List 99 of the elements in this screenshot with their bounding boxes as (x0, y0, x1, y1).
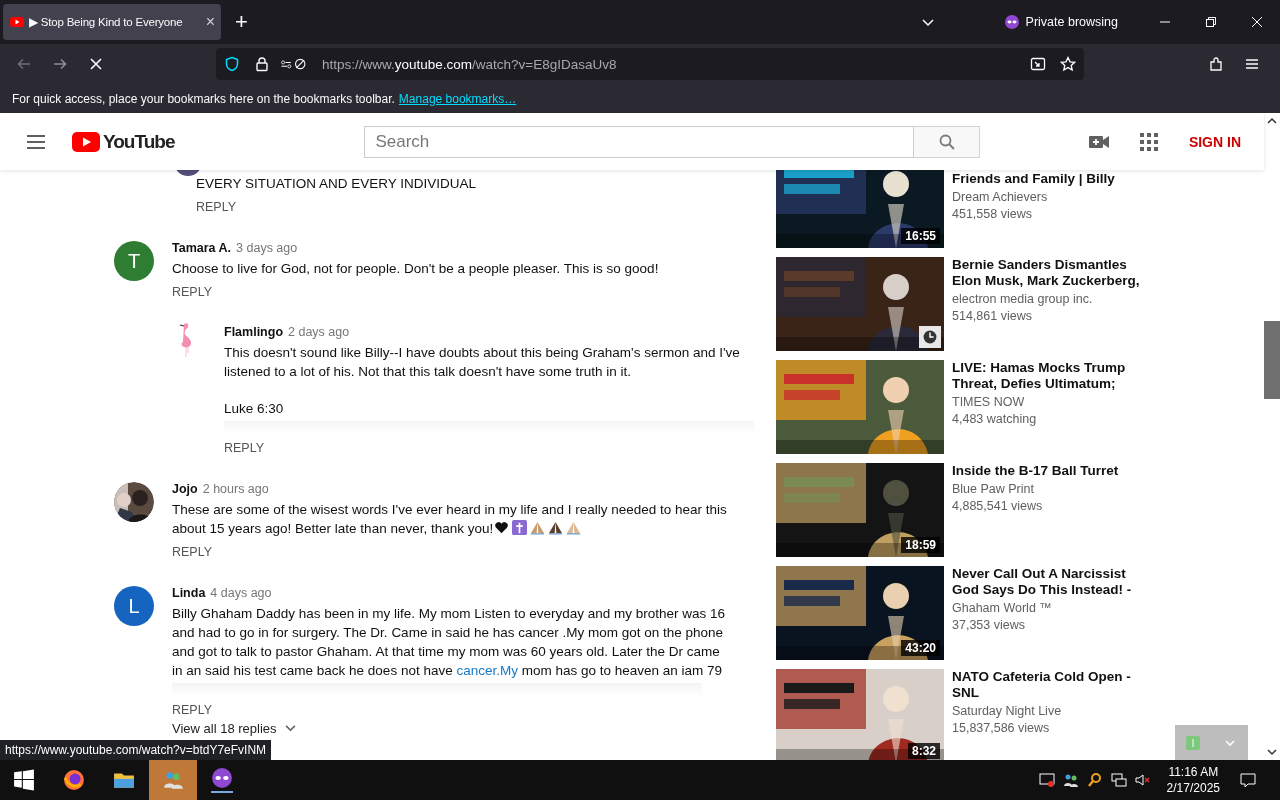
view-count: 514,861 views (952, 309, 1033, 323)
lock-icon[interactable] (254, 56, 270, 72)
firefox-icon[interactable] (63, 769, 85, 791)
shield-icon[interactable] (224, 56, 240, 72)
comment-link[interactable]: cancer.My (456, 663, 518, 678)
chevron-down-icon (284, 725, 296, 732)
extensions-icon[interactable] (1208, 56, 1224, 72)
stop-icon[interactable] (88, 56, 104, 72)
scroll-up-icon[interactable] (1267, 117, 1277, 125)
close-icon[interactable] (1251, 16, 1263, 28)
tab-title: ▶ Stop Being Kind to Everyone (29, 15, 184, 29)
new-tab-button[interactable]: + (235, 9, 248, 35)
comment-text: This doesn't sound like Billy--I have doubts about this being Graham's sermon and I've listened to a lot of his. Not that this talk doesn't have some truth in it. (224, 344, 740, 381)
private-browsing-label: Private browsing (1025, 15, 1118, 29)
channel-name[interactable]: TIMES NOW (952, 395, 1142, 409)
url-text: https://www.youtube.com/watch?v=E8gIDasaUv8 (322, 56, 617, 72)
video-play-icon (9, 14, 25, 30)
channel-name[interactable]: Saturday Night Live (952, 704, 1142, 718)
view-count: 451,558 views (952, 207, 1033, 221)
menu-icon[interactable] (26, 133, 46, 150)
heart-icon (494, 520, 510, 535)
network-icon[interactable] (1110, 772, 1127, 788)
comment-text: These are some of the wisest words I've ever heard in my life and I really needed to hear this about 15 years ago! Better late than never, thank you! (172, 501, 727, 538)
search-icon (938, 133, 955, 150)
comment-text: Billy Ghaham Daddy has been in my life. My mom Listen to everyday and my brother was 16 and had to go in for surgery. The Dr. Came in said he has cancer .My mom got on the phone and got to talk to pastor Ghaham. At that time my mom was 60 years old. Later the Dr came in an said his test came back he does not have cancer.My mom has go to heaven an iam 79 (172, 605, 725, 680)
video-duration: 16:55 (901, 228, 940, 244)
menu-icon[interactable] (1244, 56, 1260, 72)
video-title[interactable]: NATO Cafeteria Cold Open - SNL (952, 669, 1142, 701)
video-duration: 8:32 (907, 743, 940, 759)
channel-name[interactable]: electron media group inc. (952, 292, 1142, 306)
video-duration: 18:59 (901, 537, 940, 553)
comment-text: Luke 6:30 (224, 400, 284, 418)
people-icon[interactable] (1062, 772, 1079, 788)
manage-bookmarks-link[interactable]: Manage bookmarks… (398, 91, 517, 106)
channel-name[interactable]: Dream Achievers (952, 190, 1142, 204)
scrollbar-thumb[interactable] (1264, 321, 1280, 399)
picture-in-picture-icon[interactable] (1030, 56, 1046, 72)
star-icon[interactable] (1060, 56, 1076, 72)
mask-icon (1003, 14, 1020, 30)
avatar[interactable]: T (114, 241, 154, 281)
view-replies-link[interactable]: View all 18 replies (172, 721, 296, 736)
windows-start-icon[interactable] (13, 769, 35, 791)
reply-button[interactable]: REPLY (196, 200, 237, 214)
comment-author[interactable]: Tamara A. (172, 241, 232, 255)
view-count: 4,885,541 views (952, 499, 1044, 513)
permissions-icon[interactable] (280, 56, 308, 72)
clock-icon[interactable] (919, 326, 941, 348)
comment-time[interactable]: 2 days ago (288, 325, 350, 339)
comment-time[interactable]: 4 days ago (210, 586, 272, 600)
cross-icon (512, 520, 528, 535)
video-camera-icon[interactable] (1088, 134, 1109, 149)
view-count: 37,353 views (952, 618, 1026, 632)
comment-author[interactable]: Linda (172, 586, 206, 600)
sign-in-link[interactable]: SIGN IN (1188, 133, 1241, 150)
play-logo-icon (72, 131, 100, 152)
reply-button[interactable]: REPLY (172, 285, 213, 299)
bookmarks-hint: For quick access, place your bookmarks here on the bookmarks toolbar. (12, 91, 395, 106)
restore-icon[interactable] (1205, 16, 1217, 28)
search-button[interactable] (914, 125, 981, 158)
reply-button[interactable]: REPLY (224, 441, 265, 455)
apps-grid-icon[interactable] (1139, 132, 1158, 151)
comment-time[interactable]: 2 hours ago (202, 482, 269, 496)
reply-button[interactable]: REPLY (172, 545, 213, 559)
comment-text: Choose to live for God, not for people. Don't be a people pleaser. This is so good! (172, 260, 659, 278)
forward-arrow-icon[interactable] (52, 56, 68, 72)
video-title[interactable]: Bernie Sanders Dismantles Elon Musk, Mark Zuckerberg, (952, 257, 1142, 289)
search-field[interactable]: Search (364, 125, 915, 158)
search-icon[interactable] (1086, 772, 1103, 788)
channel-name[interactable]: Blue Paw Print (952, 482, 1142, 496)
mask-icon[interactable] (211, 767, 233, 793)
clock-time[interactable]: 11:16 AM (1168, 764, 1219, 780)
notification-icon[interactable] (1240, 772, 1256, 788)
close-tab-button[interactable]: × (205, 13, 215, 31)
people-icon (162, 769, 184, 791)
comment-time[interactable]: 3 days ago (236, 241, 298, 255)
channel-name[interactable]: Ghaham World ™ (952, 601, 1142, 615)
scroll-down-icon[interactable] (1267, 748, 1277, 756)
view-count: 15,837,586 views (952, 721, 1051, 735)
video-title[interactable]: LIVE: Hamas Mocks Trump Threat, Defies Ultimatum; (952, 360, 1142, 392)
comment-author[interactable]: Jojo (172, 482, 198, 496)
video-title[interactable]: Friends and Family | Billy (952, 171, 1142, 187)
monitor-icon[interactable] (1038, 772, 1055, 788)
comment-text: EVERY SITUATION AND EVERY INDIVIDUAL (196, 175, 477, 193)
link-status-tooltip: https://www.youtube.com/watch?v=btdY7eFvINM (0, 740, 272, 760)
reply-button[interactable]: REPLY (172, 703, 213, 717)
badge-icon (1186, 735, 1201, 750)
logo-text[interactable]: YouTube (103, 130, 175, 153)
video-duration: 43:20 (901, 640, 940, 656)
video-title[interactable]: Inside the B-17 Ball Turret (952, 463, 1142, 479)
back-arrow-icon[interactable] (16, 56, 32, 72)
browser-tab[interactable]: ▶ Stop Being Kind to Everyone × (3, 4, 221, 40)
clock-date[interactable]: 2/17/2025 (1166, 780, 1220, 796)
view-count: 4,483 watching (952, 412, 1038, 426)
address-bar[interactable]: https://www.youtube.com/watch?v=E8gIDasaUv8 (216, 48, 1084, 80)
video-title[interactable]: Never Call Out A Narcissist God Says Do This Instead! - (952, 566, 1142, 598)
taskbar-app-button[interactable] (149, 760, 197, 800)
comment-author[interactable]: Flamlingo (224, 325, 284, 339)
speaker-muted-icon[interactable] (1134, 772, 1151, 788)
avatar[interactable]: L (114, 586, 154, 626)
